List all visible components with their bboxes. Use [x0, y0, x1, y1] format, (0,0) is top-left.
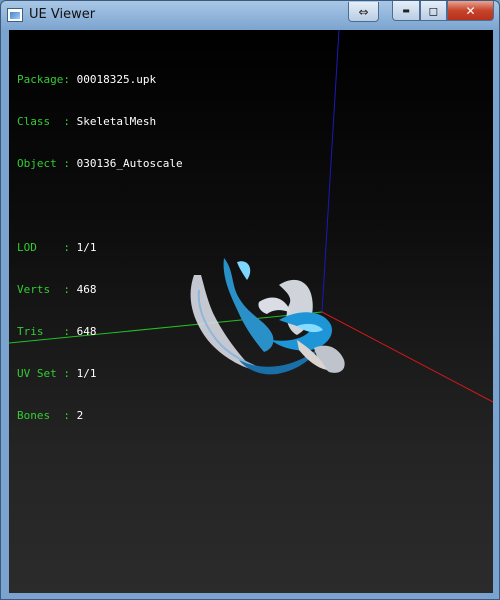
verts-label: Verts : — [17, 283, 70, 296]
bones-label: Bones : — [17, 409, 70, 422]
minimize-button[interactable]: ▬ — [392, 1, 420, 21]
verts-value: 468 — [76, 283, 97, 296]
uvset-value: 1/1 — [76, 367, 97, 380]
object-value: 030136_Autoscale — [76, 157, 183, 170]
tris-label: Tris : — [17, 325, 70, 338]
3d-viewport[interactable]: Package: 00018325.upk Class : SkeletalMe… — [9, 30, 493, 593]
app-window: UE Viewer ⇔ ▬ ◻ ✕ Package: 00018325.upk … — [0, 0, 500, 600]
resize-button[interactable]: ⇔ — [348, 2, 379, 22]
bones-row: Bones : 2 — [17, 409, 183, 423]
object-row: Object : 030136_Autoscale — [17, 157, 183, 171]
maximize-button[interactable]: ◻ — [420, 1, 447, 21]
lod-value: 1/1 — [76, 241, 97, 254]
verts-row: Verts : 468 — [17, 283, 183, 297]
package-row: Package: 00018325.upk — [17, 73, 183, 87]
package-value: 00018325.upk — [76, 73, 157, 86]
bones-value: 2 — [76, 409, 84, 422]
object-label: Object : — [17, 157, 70, 170]
z-axis-line — [321, 30, 340, 313]
maximize-icon: ◻ — [428, 3, 439, 18]
resize-arrows-icon: ⇔ — [358, 4, 369, 19]
mesh-info-panel: Package: 00018325.upk Class : SkeletalMe… — [17, 45, 183, 451]
uvset-label: UV Set : — [17, 367, 70, 380]
lod-row: LOD : 1/1 — [17, 241, 183, 255]
title-bar[interactable]: UE Viewer ⇔ ▬ ◻ ✕ — [1, 1, 499, 30]
window-title: UE Viewer — [29, 7, 96, 22]
close-button[interactable]: ✕ — [447, 1, 494, 21]
class-value: SkeletalMesh — [76, 115, 157, 128]
minimize-icon: ▬ — [402, 6, 410, 15]
class-row: Class : SkeletalMesh — [17, 115, 183, 129]
skeletal-mesh — [190, 258, 345, 375]
x-axis-line — [321, 311, 493, 403]
uvset-row: UV Set : 1/1 — [17, 367, 183, 381]
close-icon: ✕ — [465, 3, 476, 18]
class-label: Class : — [17, 115, 70, 128]
tris-row: Tris : 648 — [17, 325, 183, 339]
lod-label: LOD : — [17, 241, 70, 254]
package-label: Package: — [17, 73, 70, 86]
tris-value: 648 — [76, 325, 97, 338]
app-icon — [7, 8, 23, 22]
